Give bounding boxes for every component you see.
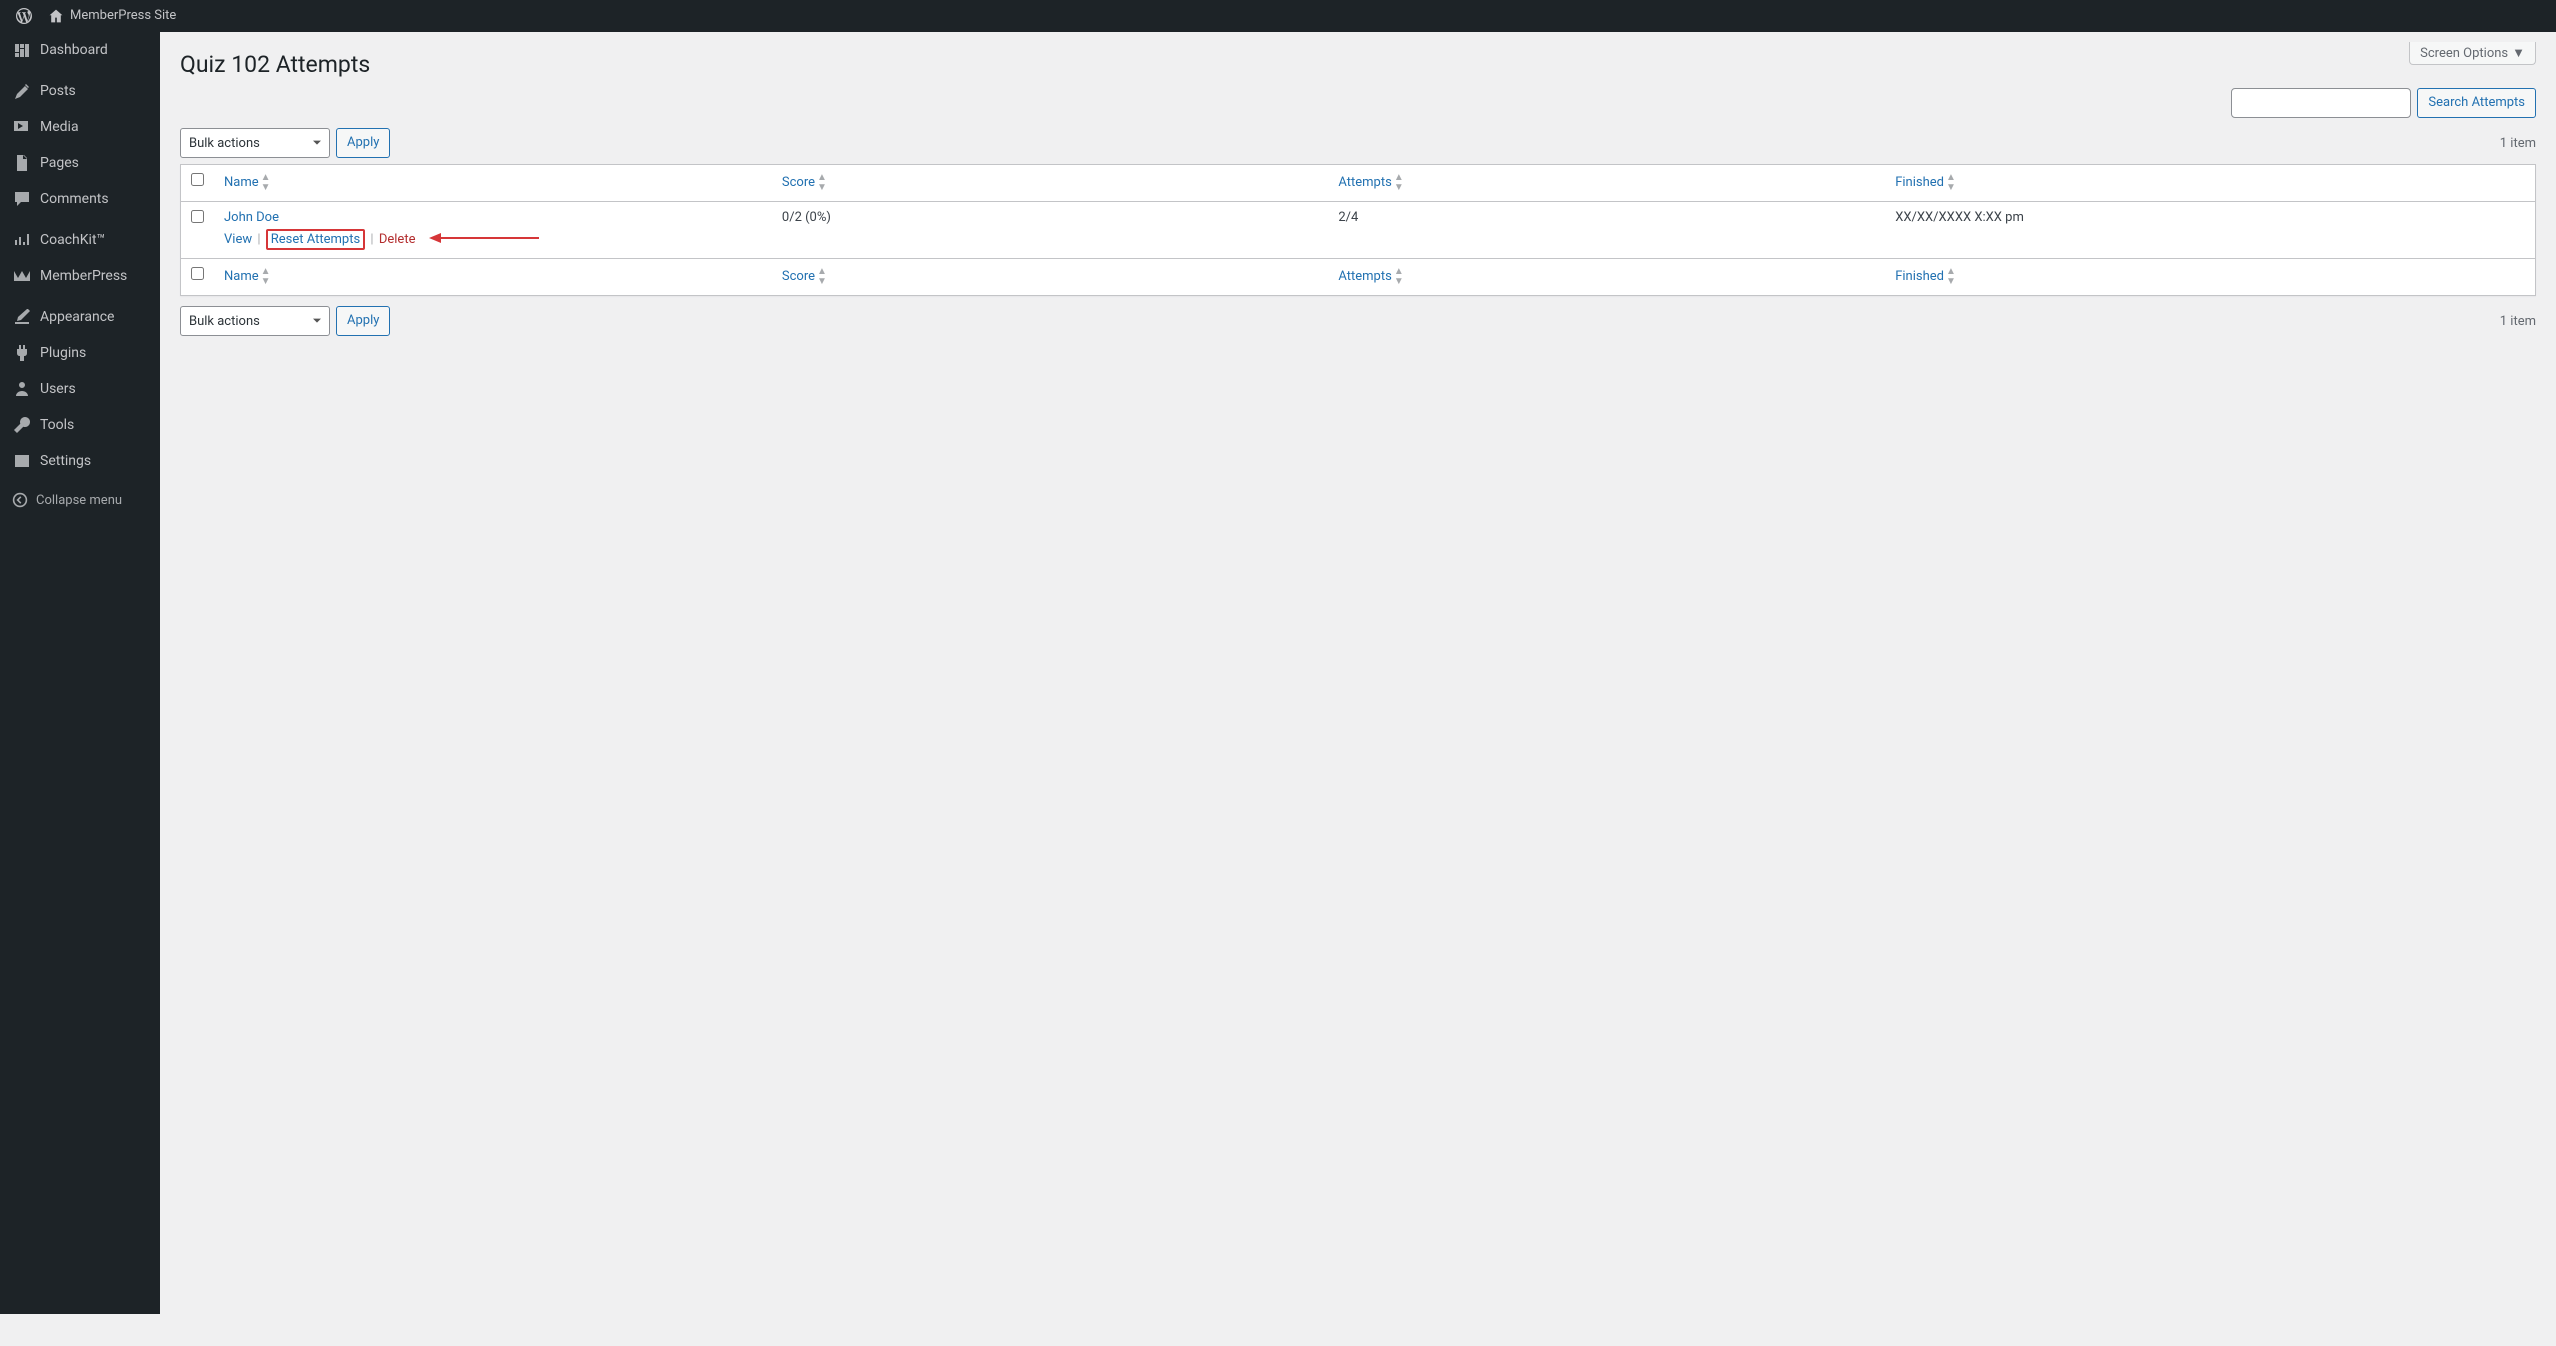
sidebar-item-settings[interactable]: Settings [0,443,160,479]
row-attempts: 2/4 [1328,202,1885,258]
caret-down-icon: ▼ [2512,45,2525,61]
sidebar-item-coachkit[interactable]: CoachKit™ [0,222,160,258]
settings-icon [12,451,32,471]
row-action-reset[interactable]: Reset Attempts [271,232,360,247]
sidebar-item-dashboard[interactable]: Dashboard [0,32,160,68]
sort-icon: ▲▼ [817,173,827,193]
column-header-score[interactable]: Score▲▼ [782,175,827,190]
sidebar-label: Dashboard [40,42,108,58]
wp-logo[interactable] [8,8,40,24]
appearance-icon [12,307,32,327]
sidebar-label: Users [40,381,76,397]
column-header-attempts[interactable]: Attempts▲▼ [1338,175,1403,190]
bulk-actions-select-bottom[interactable]: Bulk actions [180,306,330,336]
sort-icon: ▲▼ [817,267,827,287]
sidebar-item-memberpress[interactable]: MemberPress [0,258,160,294]
sidebar-label: Media [40,119,79,135]
row-finished: XX/XX/XXXX X:XX pm [1885,202,2535,258]
column-footer-name[interactable]: Name▲▼ [224,269,271,284]
sidebar-label: Appearance [40,309,114,325]
chart-icon [12,230,32,250]
sidebar-item-tools[interactable]: Tools [0,407,160,443]
memberpress-icon [12,266,32,286]
column-footer-finished[interactable]: Finished▲▼ [1895,269,1956,284]
column-header-finished[interactable]: Finished▲▼ [1895,175,1956,190]
screen-options-label: Screen Options [2420,46,2508,61]
sort-icon: ▲▼ [1394,173,1404,193]
arrow-annotation [429,231,539,249]
bulk-actions-select-top[interactable]: Bulk actions [180,128,330,158]
page-icon [12,153,32,173]
sort-icon: ▲▼ [1394,267,1404,287]
sidebar-label: Pages [40,155,79,171]
item-count-bottom: 1 item [2500,314,2536,329]
select-all-bottom[interactable] [191,267,204,280]
select-all-top[interactable] [191,173,204,186]
sidebar-item-pages[interactable]: Pages [0,145,160,181]
plugins-icon [12,343,32,363]
wordpress-icon [16,8,32,24]
column-footer-score[interactable]: Score▲▼ [782,269,827,284]
media-icon [12,117,32,137]
dashboard-icon [12,40,32,60]
row-checkbox[interactable] [191,210,204,223]
row-actions: View | Reset Attempts | Delete [224,229,762,250]
sort-icon: ▲▼ [261,173,271,193]
bulk-apply-top[interactable]: Apply [336,128,390,158]
page-title: Quiz 102 Attempts [180,42,370,82]
collapse-icon [12,492,28,508]
site-link[interactable]: MemberPress Site [40,0,184,32]
table-row: John Doe View | Reset Attempts | Delete … [181,202,2535,258]
sort-icon: ▲▼ [1946,267,1956,287]
row-score: 0/2 (0%) [772,202,1328,258]
separator: | [370,232,373,247]
sidebar-item-media[interactable]: Media [0,109,160,145]
row-action-view[interactable]: View [224,232,252,247]
sidebar-label: Posts [40,83,76,99]
sidebar-label: MemberPress [40,268,127,284]
tools-icon [12,415,32,435]
column-header-name[interactable]: Name▲▼ [224,175,271,190]
row-action-delete[interactable]: Delete [379,232,416,247]
row-name-link[interactable]: John Doe [224,210,279,225]
sort-icon: ▲▼ [1946,173,1956,193]
sidebar-item-posts[interactable]: Posts [0,73,160,109]
admin-bar: MemberPress Site [0,0,2556,32]
highlight-annotation: Reset Attempts [266,229,365,250]
screen-options-toggle[interactable]: Screen Options ▼ [2409,42,2536,65]
sidebar-label: Comments [40,191,109,207]
users-icon [12,379,32,399]
column-footer-attempts[interactable]: Attempts▲▼ [1338,269,1403,284]
search-input[interactable] [2231,88,2411,118]
item-count-top: 1 item [2500,136,2536,151]
collapse-label: Collapse menu [36,493,122,508]
site-name: MemberPress Site [70,0,176,32]
main-content: Quiz 102 Attempts Screen Options ▼ Searc… [160,32,2556,362]
bulk-apply-bottom[interactable]: Apply [336,306,390,336]
sidebar-item-users[interactable]: Users [0,371,160,407]
sidebar-item-appearance[interactable]: Appearance [0,299,160,335]
home-icon [48,8,64,24]
separator: | [257,232,260,247]
comments-icon [12,189,32,209]
sidebar-item-comments[interactable]: Comments [0,181,160,217]
sidebar-label: Tools [40,417,74,433]
pin-icon [12,81,32,101]
attempts-table: Name▲▼ Score▲▼ Attempts▲▼ Finished▲▼ Joh… [180,164,2536,296]
sort-icon: ▲▼ [261,267,271,287]
sidebar-label: Settings [40,453,91,469]
collapse-menu[interactable]: Collapse menu [0,484,160,516]
admin-sidebar: Dashboard Posts Media Pages Comments Coa… [0,32,160,1314]
sidebar-label: CoachKit™ [40,232,105,248]
sidebar-item-plugins[interactable]: Plugins [0,335,160,371]
search-button[interactable]: Search Attempts [2417,88,2536,118]
sidebar-label: Plugins [40,345,86,361]
